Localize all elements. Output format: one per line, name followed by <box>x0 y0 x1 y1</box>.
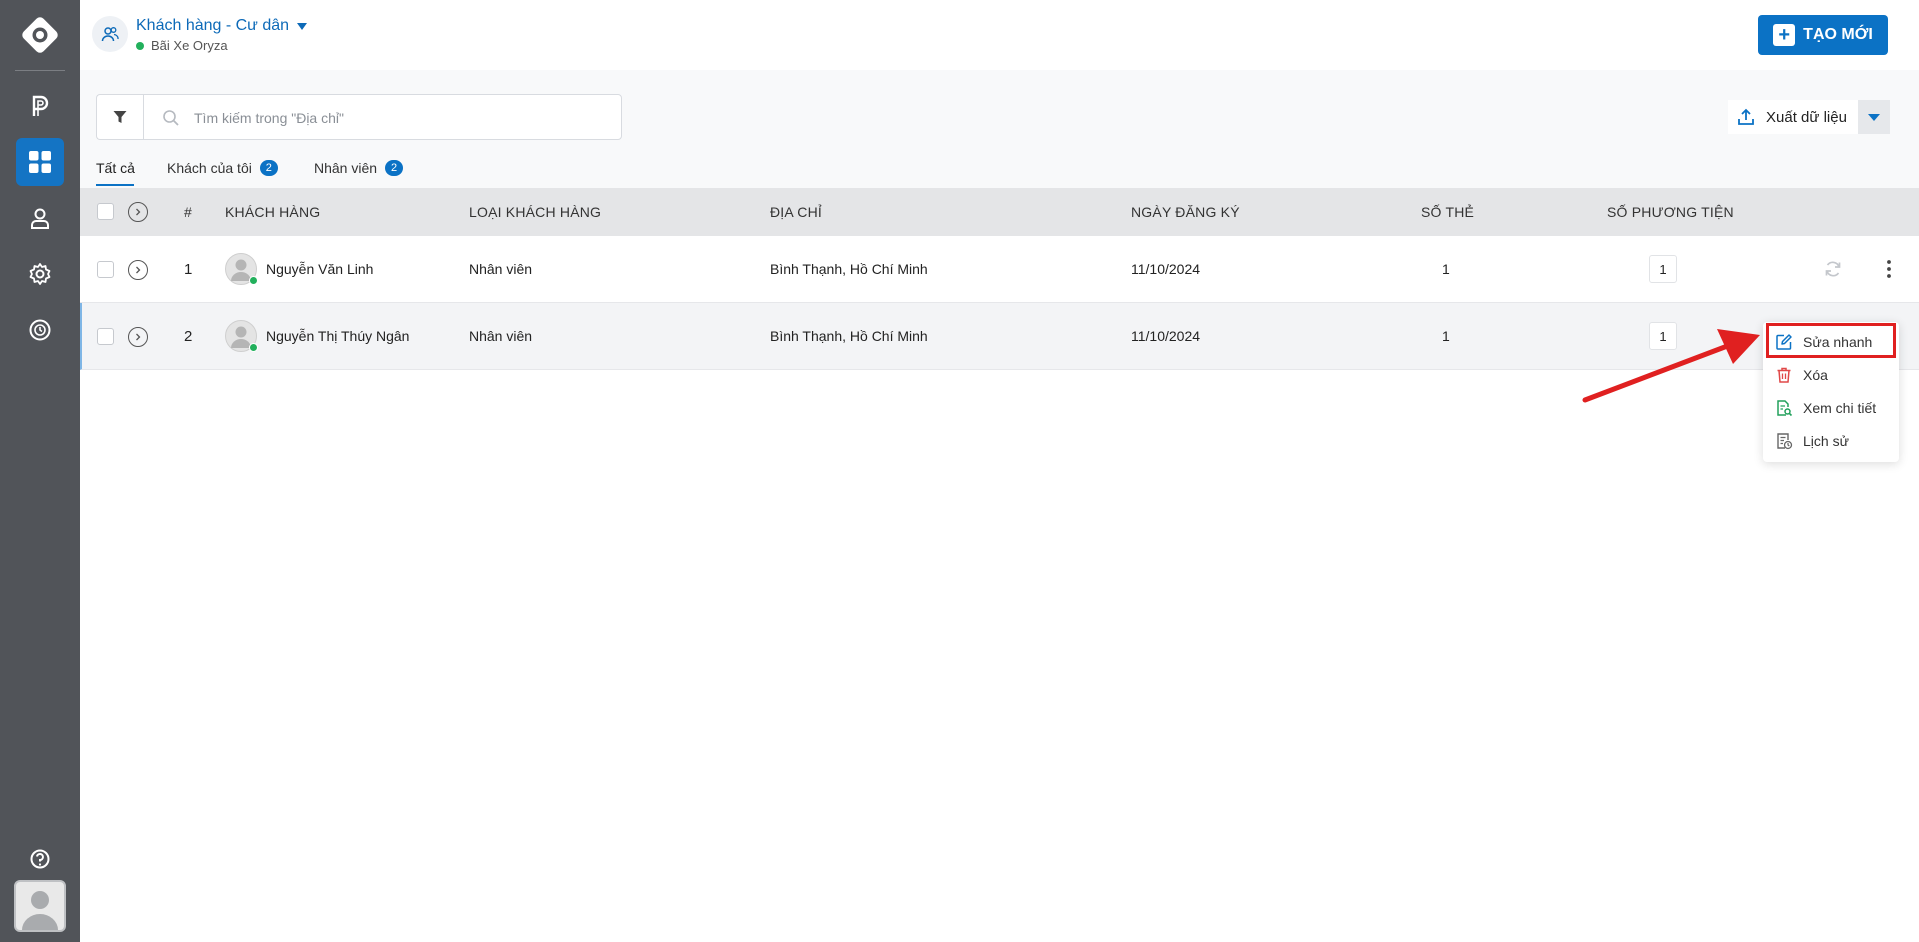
export-label: Xuất dữ liệu <box>1766 108 1847 126</box>
col-customer-type[interactable]: LOẠI KHÁCH HÀNG <box>469 204 601 220</box>
tab-label: Nhân viên <box>314 160 378 176</box>
col-vehicle-count[interactable]: SỐ PHƯƠNG TIỆN <box>1607 204 1734 220</box>
menu-item-label: Lịch sử <box>1803 433 1849 449</box>
customer-address: Bình Thạnh, Hồ Chí Minh <box>770 328 928 344</box>
row-expand-button[interactable] <box>128 260 148 280</box>
avatar <box>225 320 258 352</box>
tab-label: Tất cả <box>96 160 135 176</box>
sidebar-divider <box>15 70 65 71</box>
row-checkbox[interactable] <box>97 328 114 345</box>
gear-icon <box>29 263 51 285</box>
customer-type: Nhân viên <box>469 261 533 277</box>
menu-item-delete[interactable]: Xóa <box>1775 366 1828 384</box>
export-dropdown-button[interactable] <box>1858 100 1890 134</box>
grid-icon <box>29 151 51 173</box>
parking-icon <box>32 95 49 116</box>
row-expand-button[interactable] <box>128 327 148 347</box>
filter-button[interactable] <box>96 94 143 140</box>
vehicle-count[interactable]: 1 <box>1649 255 1677 283</box>
sidebar-item-users[interactable] <box>16 194 64 242</box>
active-tab-indicator <box>96 184 134 186</box>
avatar <box>225 253 258 285</box>
row-index: 2 <box>184 328 193 345</box>
menu-item-history[interactable]: Lịch sử <box>1775 432 1849 450</box>
table-row[interactable]: 1 Nguyễn Văn Linh Nhân viên Bình Thạnh, … <box>80 236 1919 303</box>
menu-item-label: Xem chi tiết <box>1803 400 1877 416</box>
timer-icon <box>29 319 51 341</box>
filter-icon <box>113 111 127 123</box>
trash-icon <box>1777 367 1791 383</box>
customer-address: Bình Thạnh, Hồ Chí Minh <box>770 261 928 277</box>
chevron-right-icon <box>136 333 141 341</box>
search-input[interactable] <box>194 106 594 130</box>
col-index: # <box>184 204 192 220</box>
count-badge: 2 <box>385 160 404 176</box>
sidebar <box>0 0 80 942</box>
card-count: 1 <box>1442 328 1450 344</box>
parking-lot-name: Bãi Xe Oryza <box>151 38 228 53</box>
chevron-right-icon <box>136 266 141 274</box>
sidebar-item-settings[interactable] <box>16 250 64 298</box>
tab-employees[interactable]: Nhân viên 2 <box>314 160 404 176</box>
annotation-arrow-icon <box>1582 329 1760 403</box>
customer-name[interactable]: Nguyễn Thị Thúy Ngân <box>266 328 409 344</box>
row-index: 1 <box>184 261 193 278</box>
page-header: Khách hàng - Cư dân Bãi Xe Oryza + TẠO M… <box>80 0 1919 70</box>
sidebar-item-support[interactable] <box>16 835 64 883</box>
chevron-down-icon[interactable] <box>297 23 307 30</box>
sidebar-item-dashboard[interactable] <box>16 138 64 186</box>
history-icon <box>1777 433 1793 450</box>
status-dot <box>136 42 144 50</box>
user-avatar[interactable] <box>14 880 66 932</box>
tab-all[interactable]: Tất cả <box>96 160 135 176</box>
create-new-label: TẠO MỚI <box>1803 26 1873 43</box>
plus-icon: + <box>1773 24 1796 46</box>
search-icon <box>163 110 179 126</box>
count-badge: 2 <box>259 160 278 176</box>
register-date: 11/10/2024 <box>1131 328 1201 344</box>
col-register-date[interactable]: NGÀY ĐĂNG KÝ <box>1131 204 1240 220</box>
create-new-button[interactable]: + TẠO MỚI <box>1758 15 1888 55</box>
upload-icon <box>1738 108 1754 125</box>
app-logo-icon[interactable] <box>20 15 60 55</box>
document-search-icon <box>1777 400 1793 417</box>
row-checkbox[interactable] <box>97 261 114 278</box>
tab-label: Khách của tôi <box>167 160 252 176</box>
menu-item-label: Xóa <box>1803 367 1828 383</box>
more-actions-icon[interactable] <box>1885 259 1893 282</box>
online-indicator <box>249 276 258 285</box>
export-button[interactable]: Xuất dữ liệu <box>1728 100 1858 134</box>
col-customer[interactable]: KHÁCH HÀNG <box>225 204 320 220</box>
expand-all-button[interactable] <box>128 202 148 222</box>
highlight-box <box>1766 323 1896 358</box>
customers-icon <box>92 16 128 52</box>
customer-type: Nhân viên <box>469 328 533 344</box>
user-icon <box>31 208 49 229</box>
avatar-icon <box>22 891 58 930</box>
customer-name[interactable]: Nguyễn Văn Linh <box>266 261 373 277</box>
chevron-right-icon <box>136 208 141 216</box>
refresh-icon[interactable] <box>1823 259 1843 282</box>
col-card-count[interactable]: SỐ THẺ <box>1421 204 1474 220</box>
col-address[interactable]: ĐỊA CHỈ <box>770 204 822 220</box>
tab-my-customers[interactable]: Khách của tôi 2 <box>167 160 278 176</box>
register-date: 11/10/2024 <box>1131 261 1201 277</box>
caret-down-icon <box>1868 113 1880 121</box>
select-all-checkbox[interactable] <box>97 203 114 220</box>
online-indicator <box>249 343 258 352</box>
sidebar-item-history[interactable] <box>16 306 64 354</box>
support-icon <box>30 849 50 869</box>
search-box <box>143 94 622 140</box>
sidebar-item-parking[interactable] <box>16 82 64 130</box>
table-header: # KHÁCH HÀNG LOẠI KHÁCH HÀNG ĐỊA CHỈ NGÀ… <box>80 188 1919 236</box>
menu-item-view-detail[interactable]: Xem chi tiết <box>1775 399 1876 417</box>
card-count: 1 <box>1442 261 1450 277</box>
page-title[interactable]: Khách hàng - Cư dân <box>136 17 289 35</box>
